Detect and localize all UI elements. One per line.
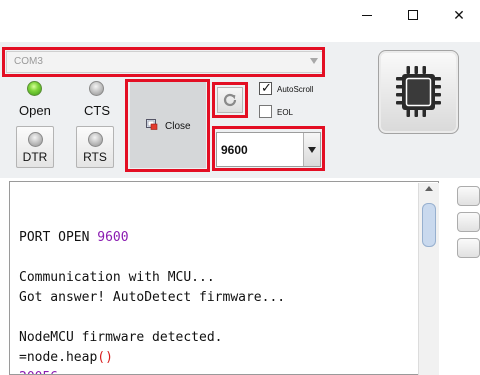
open-label: Open [19, 103, 51, 118]
highlight-refresh [212, 82, 248, 118]
terminal-line: =node.heap() [19, 348, 285, 368]
side-button-2[interactable] [457, 212, 480, 232]
minimize-icon [362, 14, 372, 16]
close-icon: ✕ [453, 6, 465, 23]
terminal-line: Communication with MCU... [19, 268, 285, 288]
terminal-line: PORT OPEN 9600 [19, 228, 285, 248]
autoscroll-label: AutoScroll [277, 85, 314, 94]
terminal-num: 9600 [97, 230, 129, 245]
minimize-button[interactable] [344, 0, 390, 30]
firmware-chip-button[interactable] [378, 50, 459, 134]
check-icon: ✓ [261, 80, 272, 95]
maximize-icon [408, 10, 418, 20]
cts-label: CTS [84, 103, 110, 118]
cts-led-icon [89, 81, 104, 96]
terminal-lines: PORT OPEN 9600 Communication with MCU... G… [19, 208, 285, 374]
highlight-baud [212, 126, 325, 171]
terminal-text: Got answer! AutoDetect firmware... [19, 290, 286, 305]
autoscroll-checkbox[interactable]: ✓ [259, 80, 272, 95]
terminal-num: 20056 [19, 370, 58, 374]
open-led-icon [27, 81, 42, 96]
maximize-button[interactable] [390, 0, 436, 30]
eol-label: EOL [277, 108, 294, 117]
terminal-line: Got answer! AutoDetect firmware... [19, 288, 285, 308]
terminal-line: 20056 [19, 368, 285, 374]
terminal-text: NodeMCU firmware detected. [19, 330, 223, 345]
terminal-text: PORT OPEN [19, 230, 98, 245]
highlight-port [2, 47, 325, 77]
side-button-3[interactable] [457, 238, 480, 258]
dtr-led-icon [28, 132, 43, 147]
highlight-close [125, 79, 210, 172]
terminal-output[interactable]: PORT OPEN 9600 Communication with MCU... G… [9, 181, 439, 375]
rts-label: RTS [83, 150, 107, 164]
eol-checkbox[interactable] [259, 105, 272, 118]
rts-button[interactable]: RTS [76, 126, 114, 168]
terminal-text: =node.heap [19, 350, 98, 365]
chip-icon [396, 66, 441, 117]
terminal-line: NodeMCU firmware detected. [19, 328, 285, 348]
terminal-scrollbar[interactable] [418, 183, 439, 375]
title-bar: ✕ [0, 0, 480, 42]
side-button-1[interactable] [457, 186, 480, 206]
terminal-text: Communication with MCU... [19, 270, 215, 285]
scroll-thumb[interactable] [422, 203, 436, 247]
dtr-label: DTR [22, 150, 48, 164]
close-window-button[interactable]: ✕ [436, 0, 480, 30]
terminal-paren: () [97, 350, 113, 365]
scroll-up-icon[interactable] [425, 186, 433, 191]
dtr-button[interactable]: DTR [16, 126, 54, 168]
rts-led-icon [88, 132, 103, 147]
